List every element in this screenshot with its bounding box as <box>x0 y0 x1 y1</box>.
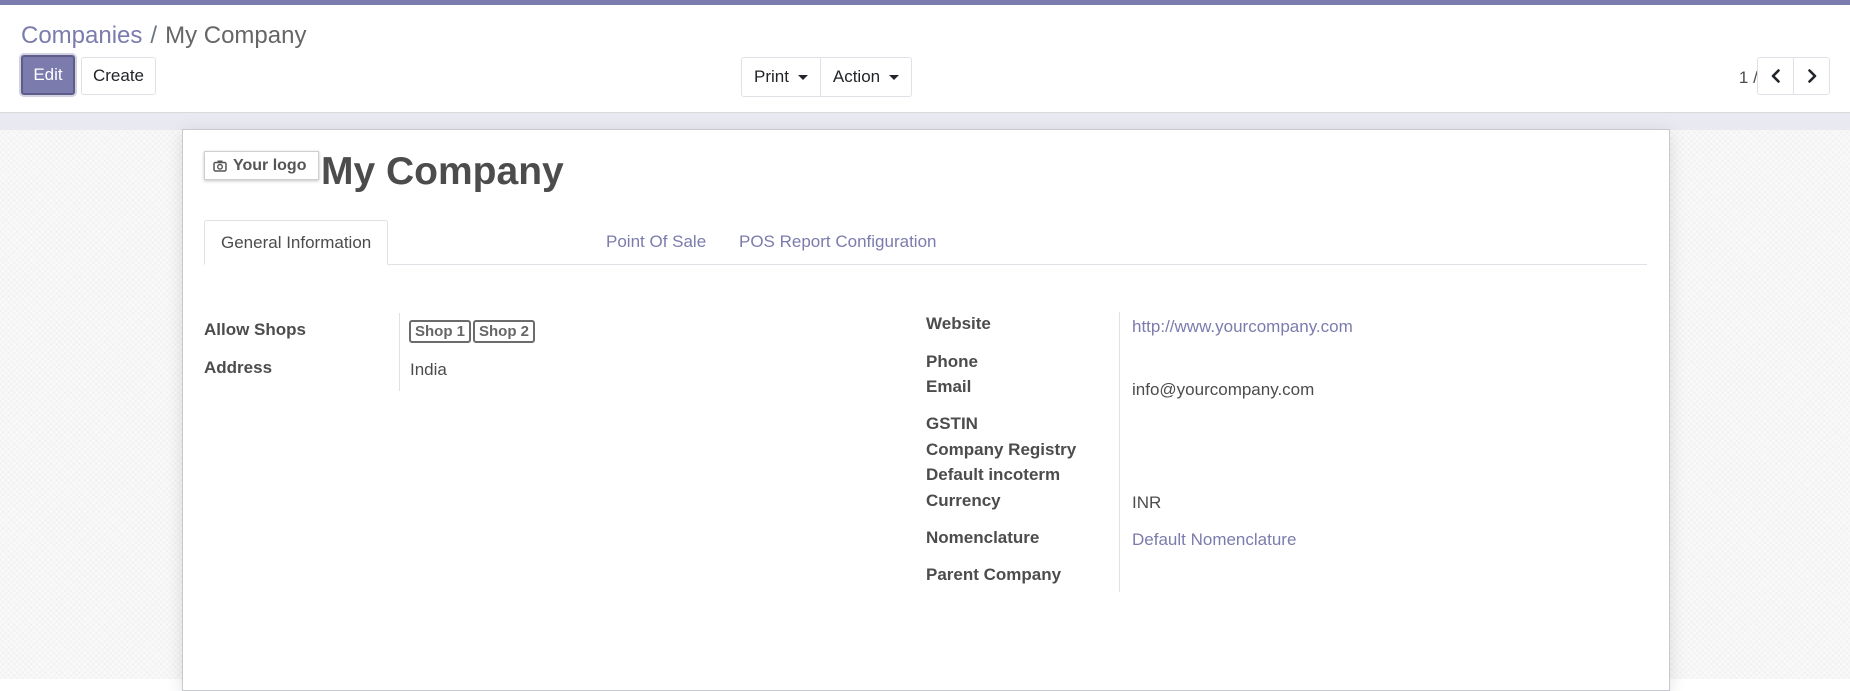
website-label: Website <box>926 314 991 333</box>
gstin-label: GSTIN <box>926 414 978 433</box>
email-label: Email <box>926 377 972 396</box>
edit-button[interactable]: Edit <box>21 55 75 95</box>
breadcrumb: Companies / My Company <box>21 22 306 50</box>
email-value[interactable]: info@yourcompany.com <box>1132 380 1314 400</box>
action-label: Action <box>832 67 881 86</box>
form-sheet <box>182 129 1670 691</box>
action-dropdown-button[interactable]: Action <box>820 57 912 97</box>
print-label: Print <box>754 67 789 86</box>
notebook-tabs: General Information Point Of Sale POS Re… <box>204 220 1647 265</box>
currency-value[interactable]: INR <box>1132 493 1161 513</box>
default-incoterm-label: Default incoterm <box>926 465 1061 484</box>
breadcrumb-separator: / <box>150 22 158 49</box>
breadcrumb-current: My Company <box>165 22 307 49</box>
shop-tag[interactable]: Shop 1 <box>409 320 472 343</box>
tab-general-information[interactable]: General Information <box>204 220 389 265</box>
nomenclature-link[interactable]: Default Nomenclature <box>1132 530 1296 550</box>
logo-label: Your logo <box>233 156 307 174</box>
tab-pos-report-configuration[interactable]: POS Report Configuration <box>723 220 953 264</box>
breadcrumb-companies-link[interactable]: Companies <box>21 22 142 49</box>
address-label: Address <box>204 358 273 377</box>
control-panel: Companies / My Company <box>0 5 1850 113</box>
caret-down-icon <box>797 74 808 80</box>
caret-down-icon <box>889 74 900 80</box>
chevron-right-icon <box>1807 69 1816 83</box>
print-dropdown-button[interactable]: Print <box>741 57 821 97</box>
company-registry-label: Company Registry <box>926 440 1077 459</box>
chevron-left-icon <box>1771 69 1780 83</box>
create-button[interactable]: Create <box>81 57 156 95</box>
left-column-separator <box>399 313 400 391</box>
company-name-title: My Company <box>321 150 564 193</box>
allow-shops-label: Allow Shops <box>204 320 306 339</box>
logo-upload[interactable]: Your logo <box>204 151 319 180</box>
parent-company-label: Parent Company <box>926 565 1062 584</box>
currency-label: Currency <box>926 491 1001 510</box>
allow-shops-tags: Shop 1 Shop 2 <box>409 320 537 343</box>
right-column-separator <box>1119 312 1120 592</box>
pager-next-button[interactable] <box>1793 57 1830 95</box>
camera-icon <box>213 160 227 172</box>
pager-previous-button[interactable] <box>1757 57 1794 95</box>
tab-point-of-sale[interactable]: Point Of Sale <box>590 220 722 264</box>
nomenclature-label: Nomenclature <box>926 528 1040 547</box>
website-link[interactable]: http://www.yourcompany.com <box>1132 317 1353 337</box>
address-value: India <box>410 360 447 379</box>
shop-tag[interactable]: Shop 2 <box>473 320 536 343</box>
phone-label: Phone <box>926 352 978 371</box>
